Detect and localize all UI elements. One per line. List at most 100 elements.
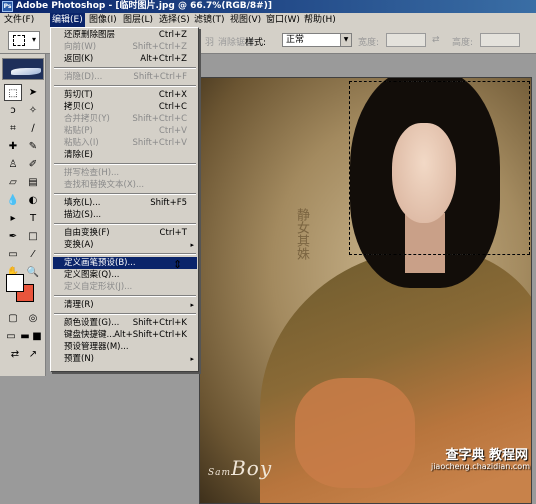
menu-item[interactable]: 填充(L)... Shift+F5	[53, 197, 197, 209]
menu-item-label: 自由变换(F)	[64, 228, 110, 238]
menu-item-label: 清除(E)	[64, 150, 94, 160]
menu-item[interactable]: 剪切(T) Ctrl+X	[53, 89, 197, 101]
brush-tool-icon[interactable]: ✎	[24, 138, 42, 155]
menu-item-label: 返回(K)	[64, 54, 94, 64]
menu-item-shortcut: Shift+Ctrl+V	[132, 138, 187, 148]
menu-item[interactable]: 合并拷贝(Y) Shift+Ctrl+C	[53, 113, 197, 125]
menu-help[interactable]: 帮助(H)	[302, 13, 338, 27]
menu-item-label: 合并拷贝(Y)	[64, 114, 110, 124]
magic-wand-icon[interactable]: ✧	[24, 102, 42, 119]
menu-item-label: 预置(N)	[64, 354, 94, 364]
menu-separator	[54, 163, 196, 165]
document-image[interactable]: 静女其姝 SamBoy	[199, 77, 532, 504]
menu-item[interactable]: 消隐(D)... Shift+Ctrl+F	[53, 71, 197, 83]
jump-to-icon[interactable]: ↗	[24, 346, 42, 363]
menu-file[interactable]: 文件(F)	[2, 13, 36, 27]
lasso-tool-icon[interactable]: ↄ	[4, 102, 22, 119]
edit-menu-dropdown: 还原删除图层 Ctrl+Z 向前(W) Shift+Ctrl+Z 返回(K) Alt+Ct…	[50, 27, 199, 372]
menu-item-label: 变换(A)	[64, 240, 94, 250]
menu-item[interactable]: 颜色设置(G)... Shift+Ctrl+K	[53, 317, 197, 329]
blur-tool-icon[interactable]: 💧	[4, 192, 22, 209]
watermark-url: jiaocheng.chazidian.com	[430, 462, 530, 471]
crop-tool-icon[interactable]: ⌗	[4, 120, 22, 137]
chevron-down-icon: ▾	[32, 35, 37, 44]
menu-item-label: 定义自定形状(J)...	[64, 282, 133, 292]
screen-mode-black-icon[interactable]: ■	[28, 328, 46, 345]
menu-item-shortcut: Shift+F5	[150, 198, 187, 208]
slice-tool-icon[interactable]: ∕	[24, 120, 42, 137]
foreground-color-swatch[interactable]	[6, 274, 24, 292]
style-select[interactable]: 正常 ▼	[282, 33, 352, 47]
menu-separator	[54, 85, 196, 87]
pen-tool-icon[interactable]: ✒	[4, 228, 22, 245]
menu-item[interactable]: 粘贴(P) Ctrl+V	[53, 125, 197, 137]
menu-item-shortcut: Ctrl+V	[158, 126, 187, 136]
height-label: 高度:	[452, 38, 474, 48]
eraser-tool-icon[interactable]: ▱	[4, 174, 22, 191]
menu-separator	[54, 295, 196, 297]
zoom-tool-icon[interactable]: 🔍	[24, 264, 42, 281]
menu-item[interactable]: 清理(R) ▸	[53, 299, 197, 311]
quick-mask-on-icon[interactable]: ◎	[24, 310, 42, 327]
menu-image[interactable]: 图像(I)	[87, 13, 119, 27]
feather-icon	[11, 68, 41, 75]
notes-tool-icon[interactable]: ▭	[4, 246, 22, 263]
history-brush-icon[interactable]: ✐	[24, 156, 42, 173]
menu-item[interactable]: 预置(N) ▸	[53, 353, 197, 365]
menu-item-shortcut: Ctrl+T	[159, 228, 187, 238]
move-tool-icon[interactable]: ➤	[24, 84, 42, 101]
marquee-tool-icon[interactable]: ⬚	[4, 84, 22, 101]
menu-item-label: 消隐(D)...	[64, 72, 103, 82]
cursor-icon: ⇕	[173, 258, 183, 271]
menu-item[interactable]: 定义自定形状(J)...	[53, 281, 197, 293]
signature-small: Sam	[208, 468, 232, 478]
signature-logo: SamBoy	[208, 456, 272, 480]
menu-item-label: 描边(S)...	[64, 210, 102, 220]
style-label: 样式:	[245, 38, 267, 48]
menu-item[interactable]: 粘贴入(I) Shift+Ctrl+V	[53, 137, 197, 149]
quick-mask-off-icon[interactable]: ▢	[4, 310, 22, 327]
path-select-icon[interactable]: ▸	[4, 210, 22, 227]
toolbox: ⬚ ➤ ↄ ✧ ⌗ ∕ ✚ ✎ ♙ ✐ ▱ ▤ 💧 ◐ ▸ T ✒ □ ▭ ⁄ …	[0, 54, 46, 376]
width-input[interactable]	[386, 33, 426, 47]
watermark-title: 查字典 教程网	[445, 448, 528, 463]
eyedropper-icon[interactable]: ⁄	[24, 246, 42, 263]
menu-item-label: 还原删除图层	[64, 30, 116, 40]
menu-item-shortcut: Ctrl+C	[158, 102, 187, 112]
menu-layer[interactable]: 图层(L)	[121, 13, 155, 27]
tool-preset-picker[interactable]: ▾	[8, 31, 40, 50]
menu-item[interactable]: 变换(A) ▸	[53, 239, 197, 251]
style-value: 正常	[286, 35, 305, 45]
menu-item-label: 定义画笔预设(B)...	[64, 258, 136, 268]
imageready-icon[interactable]: ⇄	[6, 346, 24, 363]
menu-item-shortcut: Alt+Ctrl+Z	[140, 54, 187, 64]
menu-item[interactable]: 拼写检查(H)...	[53, 167, 197, 179]
type-tool-icon[interactable]: T	[24, 210, 42, 227]
clone-stamp-icon[interactable]: ♙	[4, 156, 22, 173]
menu-item[interactable]: 返回(K) Alt+Ctrl+Z	[53, 53, 197, 65]
gradient-tool-icon[interactable]: ▤	[24, 174, 42, 191]
menu-item[interactable]: 预设管理器(M)...	[53, 341, 197, 353]
menu-item[interactable]: 向前(W) Shift+Ctrl+Z	[53, 41, 197, 53]
menu-view[interactable]: 视图(V)	[228, 13, 263, 27]
dodge-tool-icon[interactable]: ◐	[24, 192, 42, 209]
menu-item[interactable]: 还原删除图层 Ctrl+Z	[53, 29, 197, 41]
menu-edit[interactable]: 编辑(E)	[50, 13, 85, 27]
swap-icon[interactable]: ⇄	[432, 35, 440, 45]
menu-item[interactable]: 键盘快捷键... Alt+Shift+Ctrl+K	[53, 329, 197, 341]
menu-window[interactable]: 窗口(W)	[264, 13, 302, 27]
menu-item-label: 查找和替换文本(X)...	[64, 180, 145, 190]
menu-item[interactable]: 拷贝(C) Ctrl+C	[53, 101, 197, 113]
menu-item[interactable]: 自由变换(F) Ctrl+T	[53, 227, 197, 239]
menu-select[interactable]: 选择(S)	[157, 13, 192, 27]
menu-filter[interactable]: 滤镜(T)	[192, 13, 227, 27]
menu-item[interactable]: 描边(S)...	[53, 209, 197, 221]
selection-marquee[interactable]	[349, 81, 530, 255]
menu-item[interactable]: 清除(E)	[53, 149, 197, 161]
menu-separator	[54, 67, 196, 69]
height-input[interactable]	[480, 33, 520, 47]
menu-item[interactable]: 查找和替换文本(X)...	[53, 179, 197, 191]
healing-brush-icon[interactable]: ✚	[4, 138, 22, 155]
menu-item-shortcut: Ctrl+Z	[158, 30, 187, 40]
shape-tool-icon[interactable]: □	[24, 228, 42, 245]
